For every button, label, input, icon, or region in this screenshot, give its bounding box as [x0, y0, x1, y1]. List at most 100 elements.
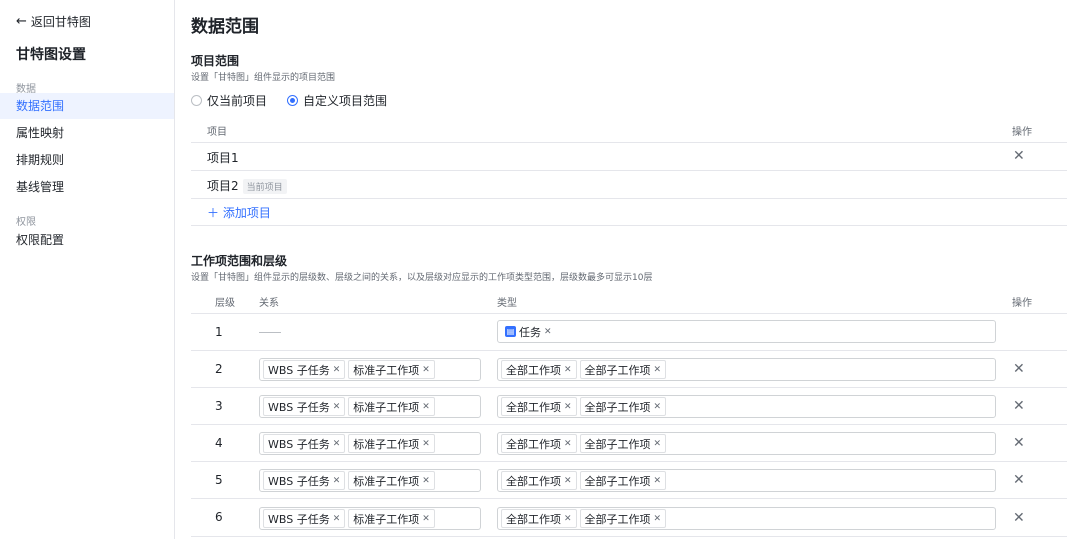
type-tag: 全部工作项 ✕ [501, 509, 577, 528]
close-icon[interactable]: ✕ [1013, 361, 1025, 377]
tag-label: 全部子工作项 [584, 363, 651, 377]
tag-close-icon[interactable]: ✕ [564, 514, 572, 524]
level-number: 3 [215, 399, 223, 413]
tag-label: 全部工作项 [506, 400, 561, 414]
level-row: 2 WBS 子任务 ✕ 标准子工作项 ✕ 全部工作项 ✕ 全部子工作项 ✕ ✕ [191, 351, 1067, 388]
type-tag: 全部子工作项 ✕ [579, 397, 667, 416]
tag-close-icon[interactable]: ✕ [333, 514, 341, 524]
tag-label: WBS 子任务 [268, 512, 330, 526]
table-row: 项目1 ✕ [191, 143, 1067, 171]
type-select[interactable]: 全部工作项 ✕ 全部子工作项 ✕ [497, 395, 996, 418]
tag-close-icon[interactable]: ✕ [422, 365, 430, 375]
tag-close-icon[interactable]: ✕ [333, 365, 341, 375]
tag-label: 标准子工作项 [353, 363, 420, 377]
relation-empty [259, 332, 281, 333]
type-select[interactable]: 全部工作项 ✕ 全部子工作项 ✕ [497, 358, 996, 381]
type-tag: 全部子工作项 ✕ [579, 360, 667, 379]
current-project-badge: 当前项目 [242, 179, 287, 194]
add-project-button[interactable]: ＋ 添加项目 [207, 204, 271, 221]
back-to-gantt-link[interactable]: ← 返回甘特图 [16, 13, 91, 30]
tag-close-icon[interactable]: ✕ [544, 327, 552, 337]
tag-label: 全部子工作项 [584, 437, 651, 451]
tag-close-icon[interactable]: ✕ [422, 439, 430, 449]
relation-tag: 标准子工作项 ✕ [348, 397, 435, 416]
project-name: 项目2 [207, 179, 239, 193]
close-icon[interactable]: ✕ [1013, 435, 1025, 451]
project-scope-desc: 设置「甘特图」组件显示的项目范围 [191, 73, 336, 83]
radio-checked-icon [287, 95, 299, 106]
type-tag: 全部工作项 ✕ [501, 471, 577, 490]
tag-close-icon[interactable]: ✕ [333, 476, 341, 486]
relation-tag: 标准子工作项 ✕ [348, 360, 435, 379]
back-label: 返回甘特图 [30, 15, 91, 29]
tag-label: 全部工作项 [506, 437, 561, 451]
radio-custom-scope[interactable]: 自定义项目范围 [287, 92, 387, 109]
relation-tag: 标准子工作项 ✕ [348, 509, 435, 528]
relation-select[interactable]: WBS 子任务 ✕ 标准子工作项 ✕ [259, 469, 481, 492]
tag-close-icon[interactable]: ✕ [654, 514, 662, 524]
add-project-label: 添加项目 [222, 206, 271, 220]
sidebar-item-schedule-rules[interactable]: 排期规则 [0, 147, 174, 173]
tag-close-icon[interactable]: ✕ [333, 402, 341, 412]
relation-select[interactable]: WBS 子任务 ✕ 标准子工作项 ✕ [259, 395, 481, 418]
sidebar-item-data-scope[interactable]: 数据范围 [0, 93, 174, 119]
type-select[interactable]: 全部工作项 ✕ 全部子工作项 ✕ [497, 469, 996, 492]
type-select[interactable]: 全部工作项 ✕ 全部子工作项 ✕ [497, 432, 996, 455]
sidebar-item-baseline[interactable]: 基线管理 [0, 174, 174, 200]
tag-close-icon[interactable]: ✕ [333, 439, 341, 449]
relation-tag: 标准子工作项 ✕ [348, 434, 435, 453]
tag-close-icon[interactable]: ✕ [422, 514, 430, 524]
level-row: 4 WBS 子任务 ✕ 标准子工作项 ✕ 全部工作项 ✕ 全部子工作项 ✕ ✕ [191, 425, 1067, 462]
tag-close-icon[interactable]: ✕ [654, 439, 662, 449]
sidebar-item-permission-config[interactable]: 权限配置 [0, 227, 174, 253]
sidebar-item-attr-mapping[interactable]: 属性映射 [0, 120, 174, 146]
col-action: 操作 [1012, 127, 1032, 138]
relation-select[interactable]: WBS 子任务 ✕ 标准子工作项 ✕ [259, 432, 481, 455]
tag-label: 任务 [519, 325, 541, 339]
level-number: 1 [215, 325, 223, 339]
level-number: 4 [215, 436, 223, 450]
close-icon[interactable]: ✕ [1013, 472, 1025, 488]
level-number: 5 [215, 473, 223, 487]
level-scope-desc: 设置「甘特图」组件显示的层级数、层级之间的关系，以及层级对应显示的工作项类型范围… [191, 273, 653, 283]
tag-close-icon[interactable]: ✕ [654, 402, 662, 412]
tag-label: 标准子工作项 [353, 400, 420, 414]
tag-close-icon[interactable]: ✕ [564, 365, 572, 375]
tag-label: 标准子工作项 [353, 437, 420, 451]
tag-label: 全部子工作项 [584, 474, 651, 488]
close-icon[interactable]: ✕ [1013, 148, 1025, 164]
close-icon[interactable]: ✕ [1013, 510, 1025, 526]
type-tag: 全部子工作项 ✕ [579, 471, 667, 490]
type-select[interactable]: 全部工作项 ✕ 全部子工作项 ✕ [497, 507, 996, 530]
tag-label: 标准子工作项 [353, 474, 420, 488]
tag-close-icon[interactable]: ✕ [654, 365, 662, 375]
page-title: 数据范围 [191, 17, 259, 37]
type-select[interactable]: ▤ 任务 ✕ [497, 320, 996, 343]
tag-close-icon[interactable]: ✕ [422, 402, 430, 412]
tag-label: 全部子工作项 [584, 400, 651, 414]
relation-select[interactable]: WBS 子任务 ✕ 标准子工作项 ✕ [259, 507, 481, 530]
tag-label: 全部工作项 [506, 363, 561, 377]
tag-close-icon[interactable]: ✕ [422, 476, 430, 486]
col-project: 项目 [207, 127, 227, 138]
level-number: 6 [215, 510, 223, 524]
level-row: 6 WBS 子任务 ✕ 标准子工作项 ✕ 全部工作项 ✕ 全部子工作项 ✕ ✕ [191, 499, 1067, 537]
type-tag: 全部子工作项 ✕ [579, 509, 667, 528]
tag-label: 全部工作项 [506, 512, 561, 526]
tag-close-icon[interactable]: ✕ [564, 476, 572, 486]
close-icon[interactable]: ✕ [1013, 398, 1025, 414]
relation-tag: 标准子工作项 ✕ [348, 471, 435, 490]
tag-close-icon[interactable]: ✕ [654, 476, 662, 486]
tag-close-icon[interactable]: ✕ [564, 439, 572, 449]
radio-current-project[interactable]: 仅当前项目 [191, 92, 267, 109]
level-row: 3 WBS 子任务 ✕ 标准子工作项 ✕ 全部工作项 ✕ 全部子工作项 ✕ ✕ [191, 388, 1067, 425]
project-table-header: 项目 操作 [191, 116, 1067, 143]
relation-tag: WBS 子任务 ✕ [263, 434, 346, 453]
tag-label: WBS 子任务 [268, 363, 330, 377]
add-project-row [191, 199, 1067, 226]
relation-select[interactable]: WBS 子任务 ✕ 标准子工作项 ✕ [259, 358, 481, 381]
plus-icon: ＋ [207, 206, 220, 220]
tag-close-icon[interactable]: ✕ [564, 402, 572, 412]
sidebar: ← 返回甘特图 甘特图设置 数据 数据范围 属性映射 排期规则 基线管理 权限 … [0, 0, 175, 539]
relation-tag: WBS 子任务 ✕ [263, 360, 346, 379]
